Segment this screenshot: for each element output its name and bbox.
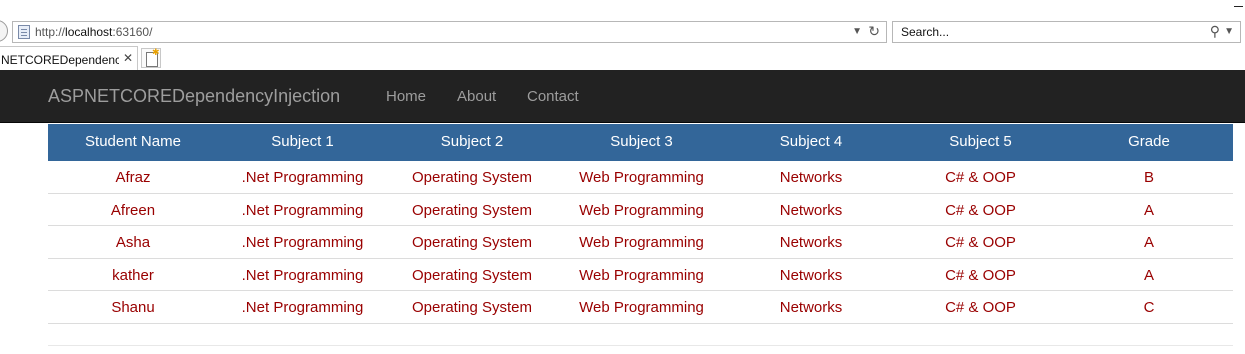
table-cell: .Net Programming <box>241 266 364 284</box>
table-row: Afreen .Net Programming Operating System… <box>48 194 1233 227</box>
column-header: Subject 2 <box>440 133 504 150</box>
table-cell: Afraz <box>115 169 151 186</box>
table-cell: C <box>1143 299 1155 317</box>
table-cell: Networks <box>779 234 843 252</box>
table-cell: Operating System <box>411 299 533 317</box>
table-cell: Afreen <box>110 201 156 219</box>
column-header: Grade <box>1128 133 1170 150</box>
column-header: Subject 5 <box>949 133 1012 150</box>
table-row: Afraz .Net Programming Operating System … <box>48 161 1233 194</box>
table-header: Student Name Subject 1 Subject 2 Subject… <box>48 124 1233 161</box>
table-cell: .Net Programming <box>241 234 364 252</box>
back-button[interactable] <box>0 20 8 42</box>
tab-title: NETCOREDependency... <box>1 53 119 67</box>
table-cell: A <box>1143 234 1154 252</box>
browser-toolbar: http://localhost:63160/ ▼ ↻ Search... ⚲ … <box>0 0 1245 44</box>
table-cell: Operating System <box>411 234 533 252</box>
table-cell: C# & OOP <box>945 234 1016 252</box>
table-cell: C# & OOP <box>945 201 1016 219</box>
site-navbar: ASPNETCOREDependencyInjection Home About… <box>0 70 1245 123</box>
browser-tab[interactable]: NETCOREDependency... ✕ <box>0 46 138 71</box>
table-cell: Operating System <box>411 266 533 284</box>
table-cell: Networks <box>779 266 843 284</box>
new-tab-button[interactable] <box>141 47 161 68</box>
search-input[interactable]: Search... ⚲ ▼ <box>892 21 1241 43</box>
table-cell: kather <box>112 266 154 284</box>
table-cell: Operating System <box>411 201 533 219</box>
search-placeholder: Search... <box>901 25 950 39</box>
table-row: Shanu .Net Programming Operating System … <box>48 291 1233 324</box>
tab-strip: NETCOREDependency... ✕ <box>0 44 1245 71</box>
table-cell: A <box>1143 266 1154 284</box>
table-cell: A <box>1143 201 1154 219</box>
table-cell: Web Programming <box>579 169 704 186</box>
table-cell: Operating System <box>411 169 533 186</box>
table-cell: Asha <box>115 234 151 252</box>
column-header: Student Name <box>85 133 181 150</box>
column-header: Subject 4 <box>779 133 843 150</box>
address-bar[interactable]: http://localhost:63160/ ▼ ↻ <box>12 21 887 43</box>
table-cell: Web Programming <box>579 266 704 284</box>
minimize-button[interactable] <box>1232 0 1245 8</box>
table-cell: Web Programming <box>579 234 704 252</box>
column-header: Subject 1 <box>271 133 334 150</box>
table-cell: Networks <box>779 169 843 186</box>
table-row: kather .Net Programming Operating System… <box>48 259 1233 292</box>
table-row: Asha .Net Programming Operating System W… <box>48 226 1233 259</box>
nav-about[interactable]: About <box>457 88 496 105</box>
table-cell: Web Programming <box>579 201 704 219</box>
footer-divider <box>48 345 1233 346</box>
refresh-icon[interactable]: ↻ <box>868 23 880 40</box>
search-icon[interactable]: ⚲ <box>1210 23 1220 40</box>
chevron-down-icon[interactable]: ▼ <box>1224 26 1234 37</box>
table-cell: C# & OOP <box>945 299 1016 317</box>
column-header: Subject 3 <box>610 133 673 150</box>
table-cell: Shanu <box>111 299 155 317</box>
nav-contact[interactable]: Contact <box>527 88 579 105</box>
close-icon[interactable]: ✕ <box>123 51 133 65</box>
nav-home[interactable]: Home <box>386 88 426 105</box>
url-text: http://localhost:63160/ <box>35 25 153 39</box>
brand-link[interactable]: ASPNETCOREDependencyInjection <box>48 86 340 107</box>
table-cell: .Net Programming <box>241 299 364 317</box>
page-icon <box>18 25 30 39</box>
table-cell: .Net Programming <box>241 201 364 219</box>
student-grades-table: Student Name Subject 1 Subject 2 Subject… <box>48 124 1233 324</box>
table-cell: Networks <box>779 201 843 219</box>
table-cell: Web Programming <box>579 299 704 317</box>
table-cell: Networks <box>779 299 843 317</box>
chevron-down-icon[interactable]: ▼ <box>852 26 862 37</box>
table-cell: C# & OOP <box>945 266 1016 284</box>
table-cell: B <box>1143 169 1154 186</box>
table-cell: C# & OOP <box>945 169 1016 186</box>
table-cell: .Net Programming <box>241 169 364 186</box>
